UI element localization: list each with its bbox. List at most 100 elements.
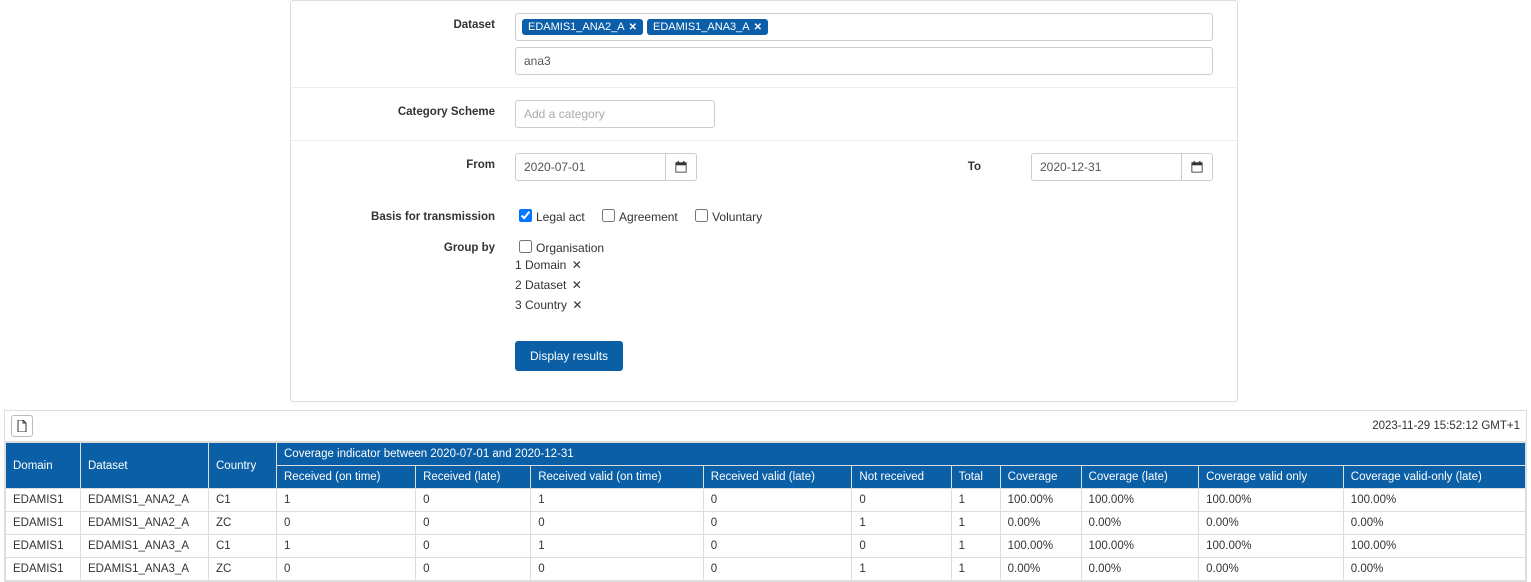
table-cell: 1 [277, 489, 416, 512]
basis-legal-act-option[interactable]: Legal act [515, 210, 585, 224]
groupby-row: Group by Organisation 1 Domain ✕2 Datase… [291, 236, 1237, 327]
table-cell: 1 [852, 512, 951, 535]
dataset-label: Dataset [315, 13, 515, 31]
col-recv-valid-on-time[interactable]: Received valid (on time) [531, 466, 704, 489]
col-recv-late[interactable]: Received (late) [416, 466, 531, 489]
table-cell: 0 [531, 512, 704, 535]
groupby-item[interactable]: 1 Domain ✕ [515, 255, 1213, 275]
dataset-tag-label: EDAMIS1_ANA3_A [653, 21, 750, 33]
remove-groupby-icon[interactable]: ✕ [572, 258, 582, 272]
category-row: Category Scheme [291, 88, 1237, 141]
table-cell: 0 [852, 535, 951, 558]
remove-groupby-icon[interactable]: ✕ [572, 298, 582, 312]
calendar-icon [1191, 161, 1203, 173]
table-cell: 1 [531, 489, 704, 512]
table-cell: 0 [531, 558, 704, 581]
table-cell: 0.00% [1081, 512, 1199, 535]
table-row: EDAMIS1EDAMIS1_ANA3_AZC0000110.00%0.00%0… [6, 558, 1526, 581]
table-cell: 0 [703, 535, 852, 558]
remove-groupby-icon[interactable]: ✕ [572, 278, 582, 292]
table-cell: 1 [852, 558, 951, 581]
to-date-input[interactable] [1031, 153, 1181, 181]
table-cell: 0.00% [1199, 512, 1344, 535]
results-table: Domain Dataset Country Coverage indicato… [5, 442, 1526, 581]
table-cell: EDAMIS1 [6, 535, 81, 558]
table-cell: 1 [277, 535, 416, 558]
table-row: EDAMIS1EDAMIS1_ANA2_AZC0000110.00%0.00%0… [6, 512, 1526, 535]
groupby-item[interactable]: 3 Country ✕ [515, 295, 1213, 315]
basis-agreement-option[interactable]: Agreement [598, 210, 678, 224]
col-country[interactable]: Country [209, 443, 277, 489]
remove-tag-icon[interactable]: ✕ [754, 22, 762, 33]
to-label: To [968, 161, 1001, 173]
table-cell: 0 [277, 558, 416, 581]
table-cell: 100.00% [1000, 535, 1081, 558]
basis-row: Basis for transmission Legal act Agreeme… [291, 193, 1237, 236]
table-cell: 100.00% [1343, 535, 1525, 558]
col-coverage-late[interactable]: Coverage (late) [1081, 466, 1199, 489]
col-total[interactable]: Total [951, 466, 1000, 489]
to-date-picker-button[interactable] [1181, 153, 1213, 181]
basis-voluntary-label: Voluntary [712, 210, 762, 224]
category-label: Category Scheme [315, 100, 515, 118]
table-cell: 0 [852, 489, 951, 512]
col-coverage-valid-only-late[interactable]: Coverage valid-only (late) [1343, 466, 1525, 489]
from-date-input[interactable] [515, 153, 665, 181]
submit-row: Display results [291, 327, 1237, 383]
filter-form: Dataset EDAMIS1_ANA2_A ✕EDAMIS1_ANA3_A ✕… [290, 0, 1238, 402]
table-cell: 0.00% [1000, 512, 1081, 535]
remove-tag-icon[interactable]: ✕ [629, 22, 637, 33]
table-cell: EDAMIS1_ANA2_A [81, 512, 209, 535]
table-cell: 0 [416, 535, 531, 558]
dataset-tagbox[interactable]: EDAMIS1_ANA2_A ✕EDAMIS1_ANA3_A ✕ [515, 13, 1213, 41]
col-coverage-valid-only[interactable]: Coverage valid only [1199, 466, 1344, 489]
basis-legal-act-checkbox[interactable] [519, 209, 532, 222]
table-cell: 0 [416, 558, 531, 581]
table-cell: 100.00% [1081, 489, 1199, 512]
groupby-organisation-checkbox[interactable] [519, 240, 532, 253]
table-cell: EDAMIS1 [6, 489, 81, 512]
col-coverage[interactable]: Coverage [1000, 466, 1081, 489]
table-cell: 0.00% [1000, 558, 1081, 581]
table-cell: 0 [703, 558, 852, 581]
basis-label: Basis for transmission [315, 205, 515, 223]
display-results-button[interactable]: Display results [515, 341, 623, 371]
basis-voluntary-checkbox[interactable] [695, 209, 708, 222]
table-cell: 0.00% [1081, 558, 1199, 581]
dataset-tag-label: EDAMIS1_ANA2_A [528, 21, 625, 33]
col-recv-on-time[interactable]: Received (on time) [277, 466, 416, 489]
from-date-picker-button[interactable] [665, 153, 697, 181]
table-cell: 0 [703, 489, 852, 512]
table-cell: EDAMIS1_ANA3_A [81, 558, 209, 581]
col-dataset[interactable]: Dataset [81, 443, 209, 489]
table-cell: 1 [531, 535, 704, 558]
table-cell: ZC [209, 512, 277, 535]
table-cell: 1 [951, 558, 1000, 581]
dataset-tag: EDAMIS1_ANA3_A ✕ [647, 19, 768, 35]
table-cell: 100.00% [1199, 535, 1344, 558]
category-input[interactable] [515, 100, 715, 128]
col-recv-valid-late[interactable]: Received valid (late) [703, 466, 852, 489]
col-domain[interactable]: Domain [6, 443, 81, 489]
table-cell: 100.00% [1081, 535, 1199, 558]
col-not-received[interactable]: Not received [852, 466, 951, 489]
table-cell: 0 [703, 512, 852, 535]
dataset-search-input[interactable] [515, 47, 1213, 75]
table-cell: 0.00% [1199, 558, 1344, 581]
table-cell: EDAMIS1_ANA3_A [81, 535, 209, 558]
table-cell: 1 [951, 489, 1000, 512]
table-row: EDAMIS1EDAMIS1_ANA2_AC1101001100.00%100.… [6, 489, 1526, 512]
basis-agreement-label: Agreement [619, 210, 678, 224]
results-panel: 2023-11-29 15:52:12 GMT+1 Domain Dataset… [4, 410, 1527, 582]
dataset-tag: EDAMIS1_ANA2_A ✕ [522, 19, 643, 35]
table-cell: ZC [209, 558, 277, 581]
basis-agreement-checkbox[interactable] [602, 209, 615, 222]
groupby-item[interactable]: 2 Dataset ✕ [515, 275, 1213, 295]
groupby-list: 1 Domain ✕2 Dataset ✕3 Country ✕ [515, 255, 1213, 315]
basis-voluntary-option[interactable]: Voluntary [691, 210, 762, 224]
table-cell: 1 [951, 512, 1000, 535]
groupby-organisation-option[interactable]: Organisation [515, 241, 604, 255]
export-button[interactable] [11, 415, 33, 437]
groupby-organisation-label: Organisation [536, 241, 604, 255]
table-cell: 100.00% [1343, 489, 1525, 512]
